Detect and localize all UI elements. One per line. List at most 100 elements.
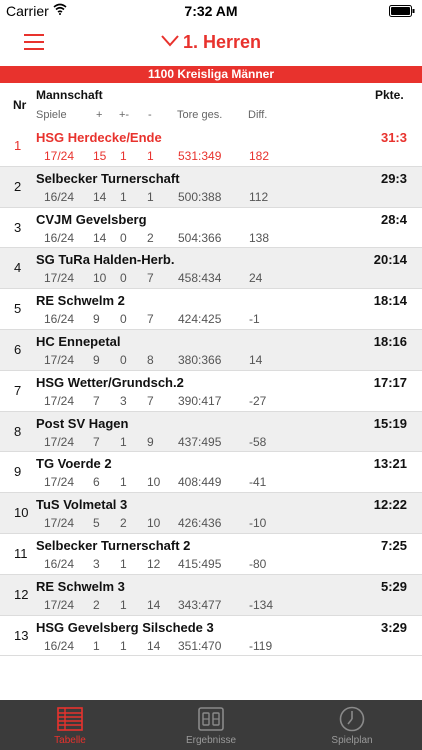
diff-cell: -27 [249,393,267,408]
games-cell: 16/24 [44,556,75,571]
header-games: Spiele [36,109,67,121]
losses-cell: 10 [147,475,161,490]
header-goals: Tore ges. [177,109,223,121]
goals-cell: 351:470 [178,638,222,653]
losses-cell: 7 [147,393,154,408]
points-cell: 28:4 [380,211,407,227]
draws-cell: 2 [120,516,127,531]
points-cell: 12:22 [373,497,407,513]
team-name: HSG Wetter/Grundsch.2 [36,374,184,390]
goals-cell: 426:436 [178,516,222,531]
wins-cell: 7 [93,434,100,449]
goals-cell: 424:425 [178,312,222,327]
tab-spielplan[interactable]: Spielplan [282,700,422,750]
page-title: 1. Herren [182,32,262,52]
header-points: Pkte. [375,88,404,102]
table-icon [57,707,83,731]
rank-cell: 3 [14,219,22,235]
chevron-down-icon [161,35,179,47]
table-row[interactable]: 10 TuS Volmetal 3 12:22 17/24 5 2 10 426:436 -10 [0,493,422,534]
table-row[interactable]: 1 HSG Herdecke/Ende 31:3 17/24 15 1 1 531:349 18… [0,126,422,167]
team-name: HSG Herdecke/Ende [36,130,162,145]
goals-cell: 415:495 [178,556,222,571]
table-row[interactable]: 7 HSG Wetter/Grundsch.2 17:17 17/24 7 3 7 390:4… [0,371,422,412]
header-losses: - [148,109,152,121]
goals-cell: 437:495 [178,434,222,449]
wins-cell: 7 [93,393,100,408]
diff-cell: 14 [249,352,263,367]
battery-icon [389,5,415,17]
goals-cell: 380:366 [178,352,222,367]
draws-cell: 3 [120,393,127,408]
team-name: Post SV Hagen [36,415,129,431]
table-row[interactable]: 4 SG TuRa Halden-Herb. 20:14 17/24 10 0 7 458:4… [0,248,422,290]
games-cell: 17/24 [44,352,75,367]
games-cell: 16/24 [44,638,75,653]
navigation-bar: 1. Herren [0,22,422,66]
rank-cell: 6 [14,341,22,357]
games-cell: 16/24 [44,189,75,204]
draws-cell: 1 [120,475,127,490]
clock-time: 7:32 AM [184,3,238,19]
losses-cell: 8 [147,352,154,367]
rank-cell: 5 [14,301,22,317]
tab-label: Ergebnisse [185,735,237,746]
table-row[interactable]: 9 TG Voerde 2 13:21 17/24 6 1 10 408:449 -41 [0,452,422,494]
losses-cell: 7 [147,312,154,327]
points-cell: 15:19 [373,415,407,431]
tab-tabelle[interactable]: Tabelle [0,700,140,750]
draws-cell: 1 [120,434,127,449]
wins-cell: 14 [93,189,107,204]
points-cell: 18:14 [373,293,407,309]
losses-cell: 1 [147,149,154,163]
diff-cell: 138 [249,230,270,245]
table-row[interactable]: 3 CVJM Gevelsberg 28:4 16/24 14 0 2 504:366 138 [0,208,422,249]
games-cell: 17/24 [44,597,75,612]
table-row[interactable]: 12 RE Schwelm 3 5:29 17/24 2 1 14 343:477 -134 [0,574,422,616]
draws-cell: 0 [120,271,127,286]
goals-cell: 531:349 [178,149,222,163]
rank-cell: 9 [14,464,22,480]
games-cell: 17/24 [44,393,75,408]
clock-icon [339,706,365,732]
table-row[interactable]: 5 RE Schwelm 2 18:14 16/24 9 0 7 424:425 -1 [0,289,422,330]
header-team: Mannschaft [36,88,103,102]
diff-cell: 182 [249,149,270,163]
diff-cell: -10 [249,516,267,531]
header-nr: Nr [13,98,27,112]
wins-cell: 2 [93,597,100,612]
games-cell: 17/24 [44,434,75,449]
rank-cell: 10 [14,505,29,521]
table-row[interactable]: 2 Selbecker Turnerschaft 29:3 16/24 14 1 1 500:… [0,166,422,208]
team-name: RE Schwelm 3 [36,578,125,594]
header-draws: +- [119,109,130,121]
goals-cell: 390:417 [178,393,222,408]
tab-label: Spielplan [331,735,373,746]
team-name: HC Ennepetal [36,333,121,349]
rank-cell: 1 [14,138,22,153]
table-row[interactable]: 6 HC Ennepetal 18:16 17/24 9 0 8 380:366 14 [0,329,422,371]
losses-cell: 9 [147,434,154,449]
wins-cell: 3 [93,556,100,571]
rank-cell: 11 [14,545,28,561]
losses-cell: 1 [147,189,154,204]
points-cell: 13:21 [373,456,407,472]
diff-cell: -134 [249,597,274,612]
table-row[interactable]: 8 Post SV Hagen 15:19 17/24 7 1 9 437:495 -58 [0,411,422,453]
draws-cell: 1 [120,149,127,163]
header-diff: Diff. [248,109,268,121]
games-cell: 17/24 [44,271,75,286]
rank-cell: 8 [14,423,22,439]
table-row[interactable]: 11 Selbecker Turnerschaft 2 7:25 16/24 3 1 12 4… [0,534,422,575]
losses-cell: 10 [147,516,161,531]
team-selector[interactable]: 1. Herren [0,32,422,53]
team-name: RE Schwelm 2 [36,293,125,309]
games-cell: 17/24 [44,475,75,490]
diff-cell: -41 [249,475,267,490]
games-cell: 17/24 [44,516,75,531]
draws-cell: 0 [120,312,127,327]
table-row[interactable]: 13 HSG Gevelsberg Silschede 3 3:29 16/24 1 1 1… [0,616,422,657]
tab-ergebnisse[interactable]: Ergebnisse [141,700,281,750]
diff-cell: -119 [249,638,273,653]
draws-cell: 1 [120,597,127,612]
